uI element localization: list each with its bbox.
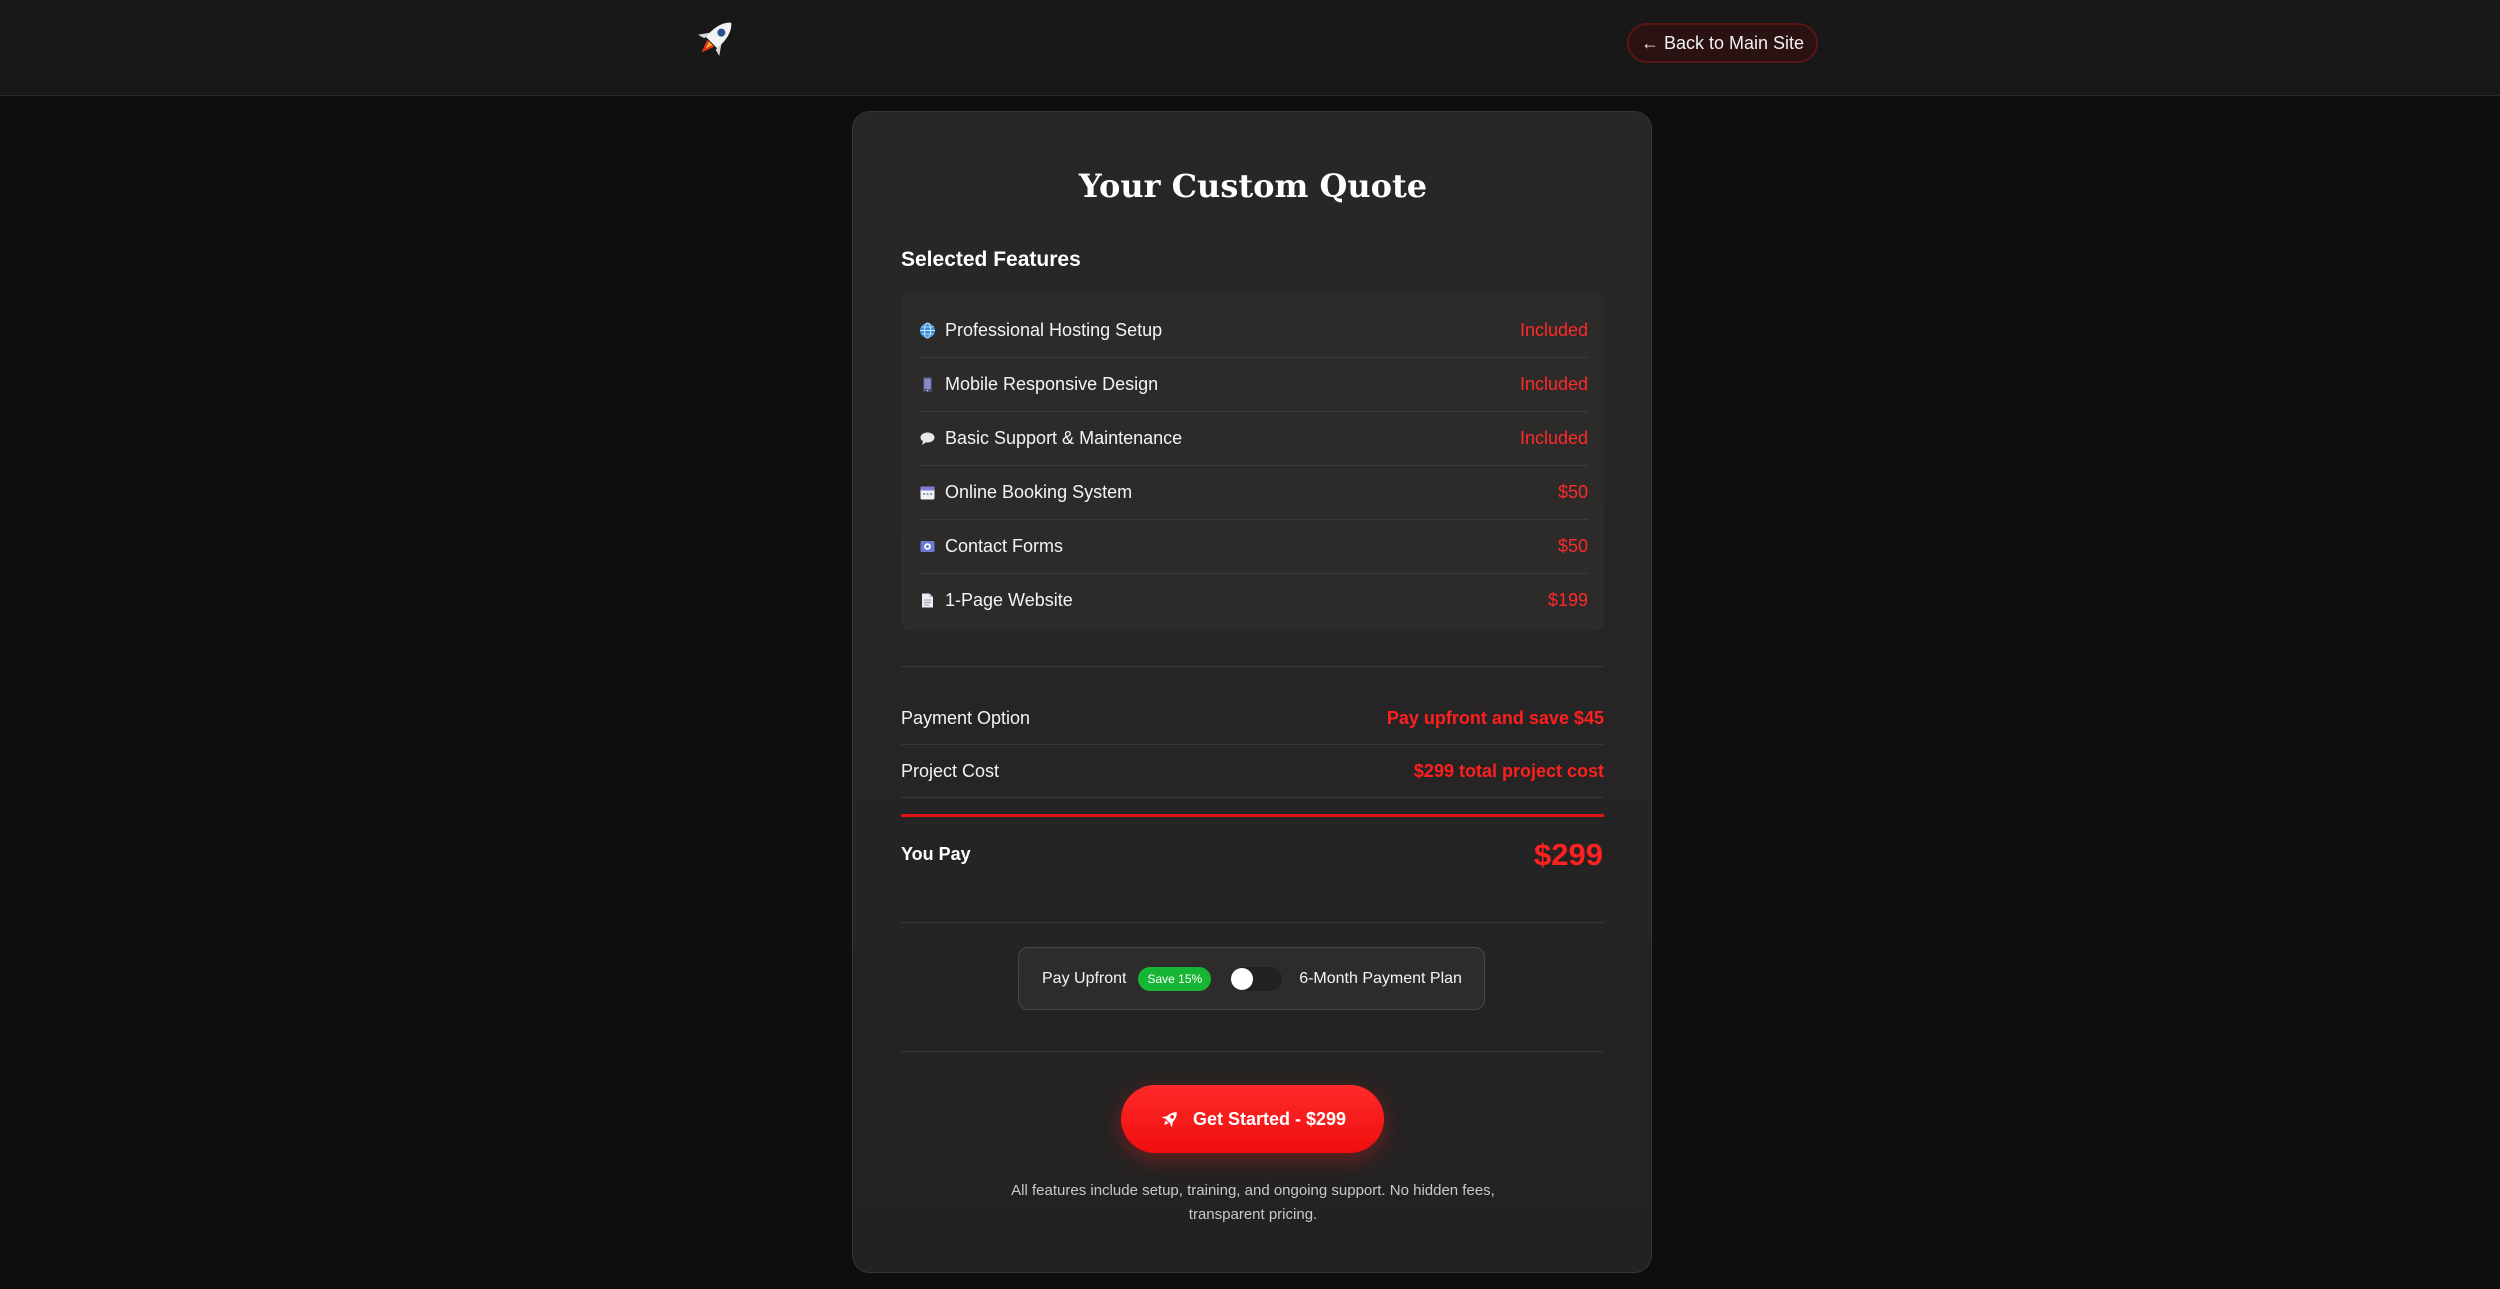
features-list: Professional Hosting Setup Included Mobi… [901, 291, 1604, 631]
you-pay-amount: $299 [1534, 837, 1603, 872]
project-cost-value: $299 total project cost [1413, 760, 1604, 781]
calendar-icon [920, 486, 935, 500]
feature-row: Online Booking System $50 [919, 466, 1588, 520]
divider [901, 1051, 1604, 1052]
feature-row: Mobile Responsive Design Included [919, 358, 1588, 412]
toggle-knob [1231, 967, 1254, 990]
document-icon [922, 593, 933, 608]
you-pay-label: You Pay [901, 844, 971, 864]
feature-price: Included [1519, 374, 1588, 394]
feature-price: Included [1519, 428, 1588, 448]
feature-price: $50 [1557, 482, 1588, 502]
quote-title: Your Custom Quote [1078, 167, 1428, 205]
feature-label: Contact Forms [945, 536, 1064, 556]
feature-row: Basic Support & Maintenance Included [919, 412, 1588, 466]
total-divider [901, 814, 1604, 817]
save-badge: Save 15% [1138, 966, 1212, 991]
mobile-icon [923, 377, 932, 392]
payment-option-value: Pay upfront and save $45 [1386, 707, 1604, 728]
pay-upfront-label[interactable]: Pay Upfront [1042, 970, 1126, 988]
feature-price: Included [1519, 320, 1588, 340]
feature-label: 1-Page Website [945, 590, 1073, 610]
payment-plan-toggle[interactable] [1231, 966, 1283, 991]
feature-row: 1-Page Website $199 [919, 574, 1588, 627]
feature-price: $50 [1557, 536, 1588, 556]
six-month-plan-label[interactable]: 6-Month Payment Plan [1299, 970, 1462, 988]
quote-card: Your Custom Quote Selected Features Prof… [852, 111, 1652, 1273]
project-cost-label: Project Cost [901, 760, 1000, 781]
feature-label: Online Booking System [945, 482, 1133, 502]
chat-bubble-icon [920, 432, 935, 445]
feature-label: Professional Hosting Setup [945, 320, 1163, 340]
feature-label: Mobile Responsive Design [945, 374, 1159, 394]
feature-row: Professional Hosting Setup Included [919, 304, 1588, 358]
divider [901, 922, 1604, 923]
rocket-icon [1161, 1112, 1177, 1128]
back-to-main-site-button[interactable]: ← Back to Main Site [1627, 23, 1818, 63]
payment-option-label: Payment Option [901, 707, 1031, 728]
feature-row: Contact Forms $50 [919, 520, 1588, 574]
payment-toggle-panel: Pay Upfront Save 15% 6-Month Payment Pla… [1018, 947, 1485, 1010]
get-started-button[interactable]: Get Started - $299 [1121, 1085, 1384, 1153]
globe-icon [920, 322, 935, 339]
footnote: All features include setup, training, an… [1011, 1182, 1495, 1223]
get-started-label: Get Started - $299 [1192, 1108, 1347, 1129]
rocket-logo-icon[interactable] [688, 12, 742, 66]
divider [901, 666, 1604, 667]
project-cost-row: Project Cost $299 total project cost [901, 745, 1604, 798]
top-bar: ← Back to Main Site [0, 0, 2500, 96]
payment-option-row: Payment Option Pay upfront and save $45 [901, 692, 1604, 745]
contact-form-icon [920, 541, 935, 552]
feature-price: $199 [1547, 590, 1588, 610]
feature-label: Basic Support & Maintenance [945, 428, 1183, 448]
selected-features-heading: Selected Features [901, 248, 1081, 271]
